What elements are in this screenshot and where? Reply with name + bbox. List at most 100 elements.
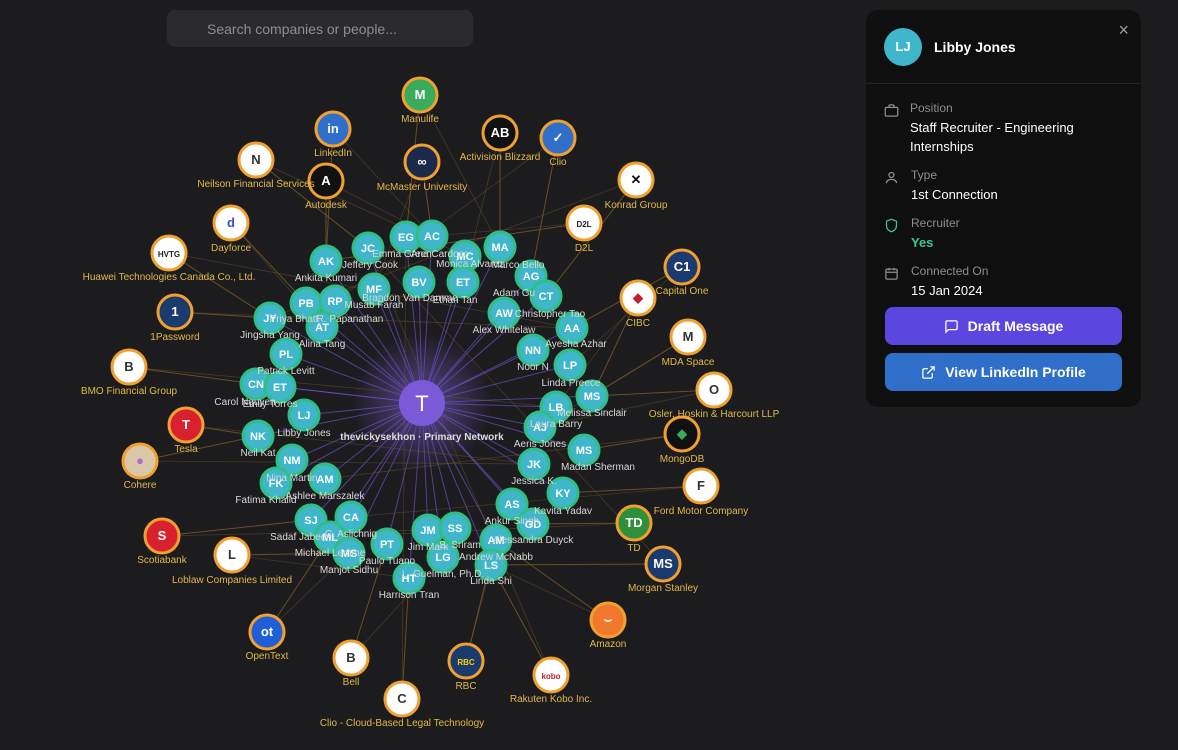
company-node[interactable]: 1: [156, 293, 194, 331]
company-edge: [490, 563, 664, 566]
company-node[interactable]: HVTG: [150, 234, 188, 272]
company-logo-icon: MS: [653, 556, 673, 571]
recruiter-label: Recruiter: [911, 216, 960, 230]
company-logo-icon: ◆: [676, 426, 688, 441]
company-node[interactable]: RBC: [447, 642, 485, 680]
company-logo-icon: B: [124, 359, 133, 374]
calendar-icon: [884, 263, 900, 300]
company-logo-icon: ◆: [632, 290, 644, 305]
person-initials: AS: [504, 499, 519, 511]
company-logo-icon: T: [182, 417, 190, 432]
person-initials: JK: [527, 459, 541, 471]
company-node[interactable]: ⌣: [589, 601, 627, 639]
company-edge: [569, 266, 683, 366]
connected-label: Connected On: [911, 264, 989, 278]
company-node[interactable]: C: [383, 680, 421, 718]
briefcase-icon: [884, 100, 899, 156]
person-node[interactable]: MA: [483, 230, 517, 264]
person-node[interactable]: LP: [553, 348, 587, 382]
company-node[interactable]: d: [212, 204, 250, 242]
person-node[interactable]: SS: [438, 511, 472, 545]
person-node[interactable]: AC: [415, 219, 449, 253]
person-label: Noor N: [517, 362, 549, 373]
user-icon: [884, 167, 900, 204]
shield-icon: [884, 215, 900, 252]
company-node[interactable]: in: [314, 110, 352, 148]
company-node[interactable]: N: [237, 141, 275, 179]
company-node[interactable]: T: [167, 406, 205, 444]
person-node[interactable]: CT: [529, 279, 563, 313]
company-node[interactable]: F: [682, 467, 720, 505]
network-graph[interactable]: Min AB ✓ N ∞ A ✕ d D2L HVTG C1 ◆ 1 M B O T ◆ ● F TD S L MS ⌣ ot B R…: [0, 0, 860, 750]
person-label: Patrick Levitt: [257, 366, 314, 377]
person-label: Sadaf Jabeen: [270, 532, 332, 543]
search-input[interactable]: [205, 19, 435, 38]
company-logo-icon: ✕: [631, 172, 642, 187]
company-node[interactable]: ∞: [403, 143, 441, 181]
person-initials: MS: [584, 391, 601, 403]
company-node[interactable]: D2L: [565, 204, 603, 242]
company-node[interactable]: MS: [644, 545, 682, 583]
company-node[interactable]: C1: [663, 248, 701, 286]
person-label: Neil Kat: [240, 448, 275, 459]
person-label: Alessandra Duyck: [493, 535, 575, 546]
company-node[interactable]: ot: [248, 613, 286, 651]
company-node[interactable]: AB: [481, 114, 519, 152]
company-logo-icon: AB: [491, 125, 510, 140]
person-label: Michael Lemme: [295, 548, 366, 559]
center-node[interactable]: T: [399, 380, 445, 426]
person-initials: CT: [539, 291, 554, 303]
company-label: D2L: [575, 243, 594, 254]
person-node[interactable]: MS: [567, 433, 601, 467]
company-node[interactable]: S: [143, 517, 181, 555]
person-initials: LP: [563, 360, 577, 372]
company-node[interactable]: ◆: [619, 279, 657, 317]
person-label: Manjot Sidhu: [320, 565, 378, 576]
person-node[interactable]: JK: [517, 447, 551, 481]
company-node[interactable]: ✕: [617, 161, 655, 199]
view-linkedin-button[interactable]: View LinkedIn Profile: [885, 353, 1122, 391]
person-initials: NM: [283, 455, 300, 467]
search-bar[interactable]: [167, 10, 473, 47]
company-node[interactable]: O: [695, 371, 733, 409]
company-label: Tesla: [174, 444, 198, 455]
draft-message-button[interactable]: Draft Message: [885, 307, 1122, 345]
company-node[interactable]: B: [110, 348, 148, 386]
company-node[interactable]: kobo: [532, 656, 570, 694]
company-node[interactable]: B: [332, 639, 370, 677]
person-node[interactable]: NN: [516, 333, 550, 367]
company-logo-icon: N: [251, 152, 260, 167]
person-initials: SJ: [304, 515, 317, 527]
person-node[interactable]: PL: [269, 337, 303, 371]
company-logo-icon: 1: [171, 304, 178, 319]
person-initials: PB: [298, 298, 313, 310]
center-label: thevickysekhon · Primary Network: [340, 432, 504, 443]
person-initials: AK: [318, 256, 334, 268]
company-logo-icon: TD: [625, 515, 642, 530]
company-logo-icon: D2L: [576, 220, 591, 229]
person-node[interactable]: NK: [241, 419, 275, 453]
company-node[interactable]: TD: [615, 504, 653, 542]
company-label: Neilson Financial Services: [197, 179, 314, 190]
center-initial: T: [415, 391, 428, 416]
person-label: Libby Jones: [277, 428, 330, 439]
close-icon[interactable]: ×: [1118, 20, 1129, 41]
company-label: OpenText: [246, 651, 289, 662]
person-initials: MA: [491, 242, 508, 254]
company-label: Cohere: [124, 480, 157, 491]
company-node[interactable]: M: [401, 76, 439, 114]
company-node[interactable]: L: [213, 536, 251, 574]
company-node[interactable]: ●: [121, 442, 159, 480]
person-node[interactable]: AK: [309, 244, 343, 278]
company-label: Dayforce: [211, 243, 251, 254]
company-logo-icon: M: [683, 329, 694, 344]
external-link-icon: [922, 365, 935, 379]
company-label: Scotiabank: [137, 555, 187, 566]
company-logo-icon: ∞: [417, 154, 426, 169]
company-node[interactable]: ◆: [663, 415, 701, 453]
person-label: C. Aslichnig: [325, 529, 377, 540]
avatar: LJ: [884, 27, 922, 66]
company-node[interactable]: ✓: [539, 119, 577, 157]
person-initials: ET: [456, 277, 470, 289]
company-node[interactable]: M: [669, 318, 707, 356]
